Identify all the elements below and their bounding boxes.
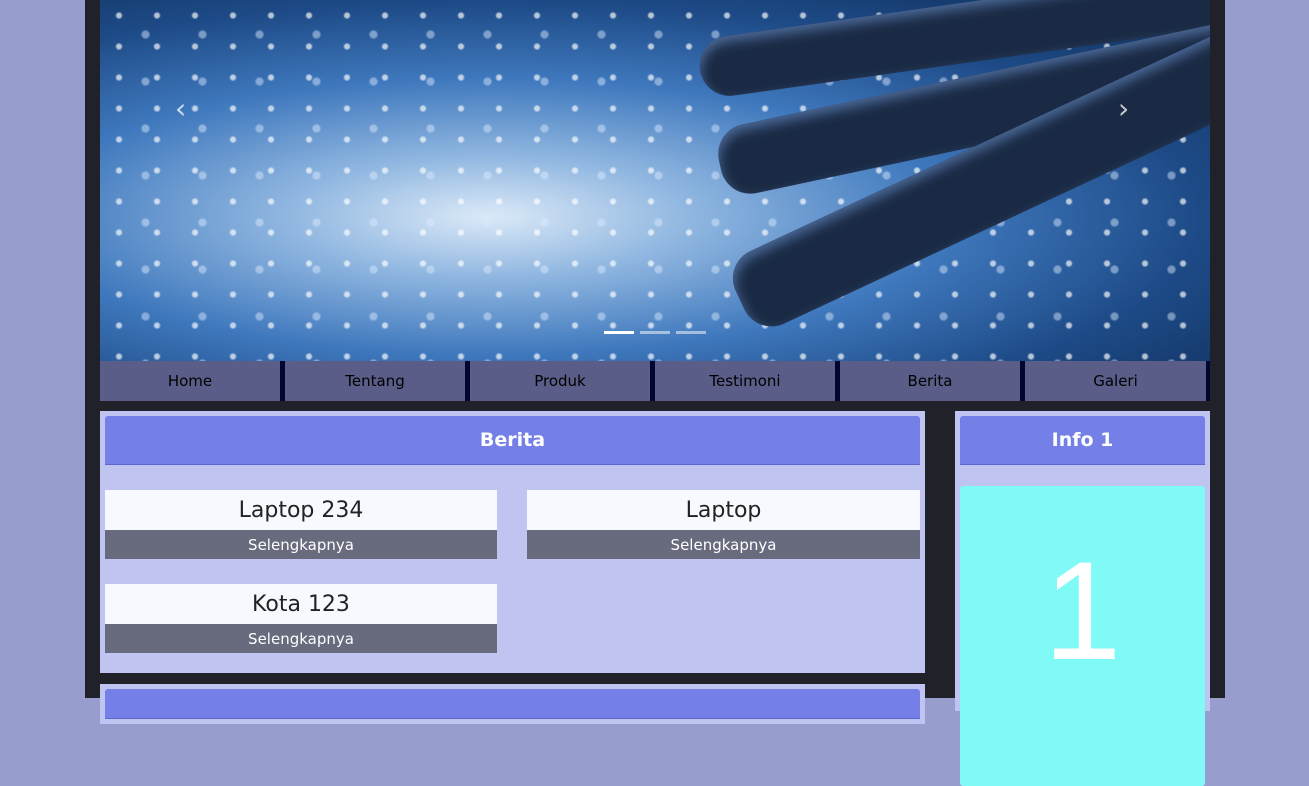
- news-title[interactable]: Laptop 234: [105, 490, 497, 530]
- nav-home[interactable]: Home: [100, 361, 280, 401]
- berita-title: Berita: [105, 416, 920, 465]
- read-more-button[interactable]: Selengkapnya: [527, 530, 920, 559]
- page-container: ‹ › Home Tentang Produk Testimoni Berita…: [85, 0, 1225, 786]
- read-more-button[interactable]: Selengkapnya: [105, 624, 497, 653]
- next-panel: [100, 684, 925, 724]
- carousel-indicator-3[interactable]: [676, 331, 706, 334]
- nav-produk[interactable]: Produk: [470, 361, 650, 401]
- carousel-indicator-1[interactable]: [604, 331, 634, 334]
- news-title[interactable]: Kota 123: [105, 584, 497, 624]
- news-card: Laptop 234 Selengkapnya: [105, 490, 497, 559]
- main-nav: Home Tentang Produk Testimoni Berita Gal…: [100, 361, 1210, 401]
- info-value: 1: [960, 486, 1205, 786]
- image-carousel[interactable]: ‹ ›: [100, 0, 1210, 361]
- nav-galeri[interactable]: Galeri: [1025, 361, 1206, 401]
- nav-testimoni[interactable]: Testimoni: [655, 361, 835, 401]
- info-panel: Info 1 1: [955, 411, 1210, 786]
- chevron-left-icon[interactable]: ‹: [175, 92, 186, 125]
- news-title[interactable]: Laptop: [527, 490, 920, 530]
- chevron-right-icon[interactable]: ›: [1118, 92, 1129, 125]
- news-card: Laptop Selengkapnya: [527, 490, 920, 559]
- next-panel-header: [105, 689, 920, 719]
- berita-panel: Berita Laptop 234 Selengkapnya Laptop Se…: [100, 411, 925, 673]
- nav-berita[interactable]: Berita: [840, 361, 1020, 401]
- info-title: Info 1: [960, 416, 1205, 465]
- read-more-button[interactable]: Selengkapnya: [105, 530, 497, 559]
- news-card: Kota 123 Selengkapnya: [105, 584, 497, 653]
- nav-tentang[interactable]: Tentang: [285, 361, 465, 401]
- carousel-indicator-2[interactable]: [640, 331, 670, 334]
